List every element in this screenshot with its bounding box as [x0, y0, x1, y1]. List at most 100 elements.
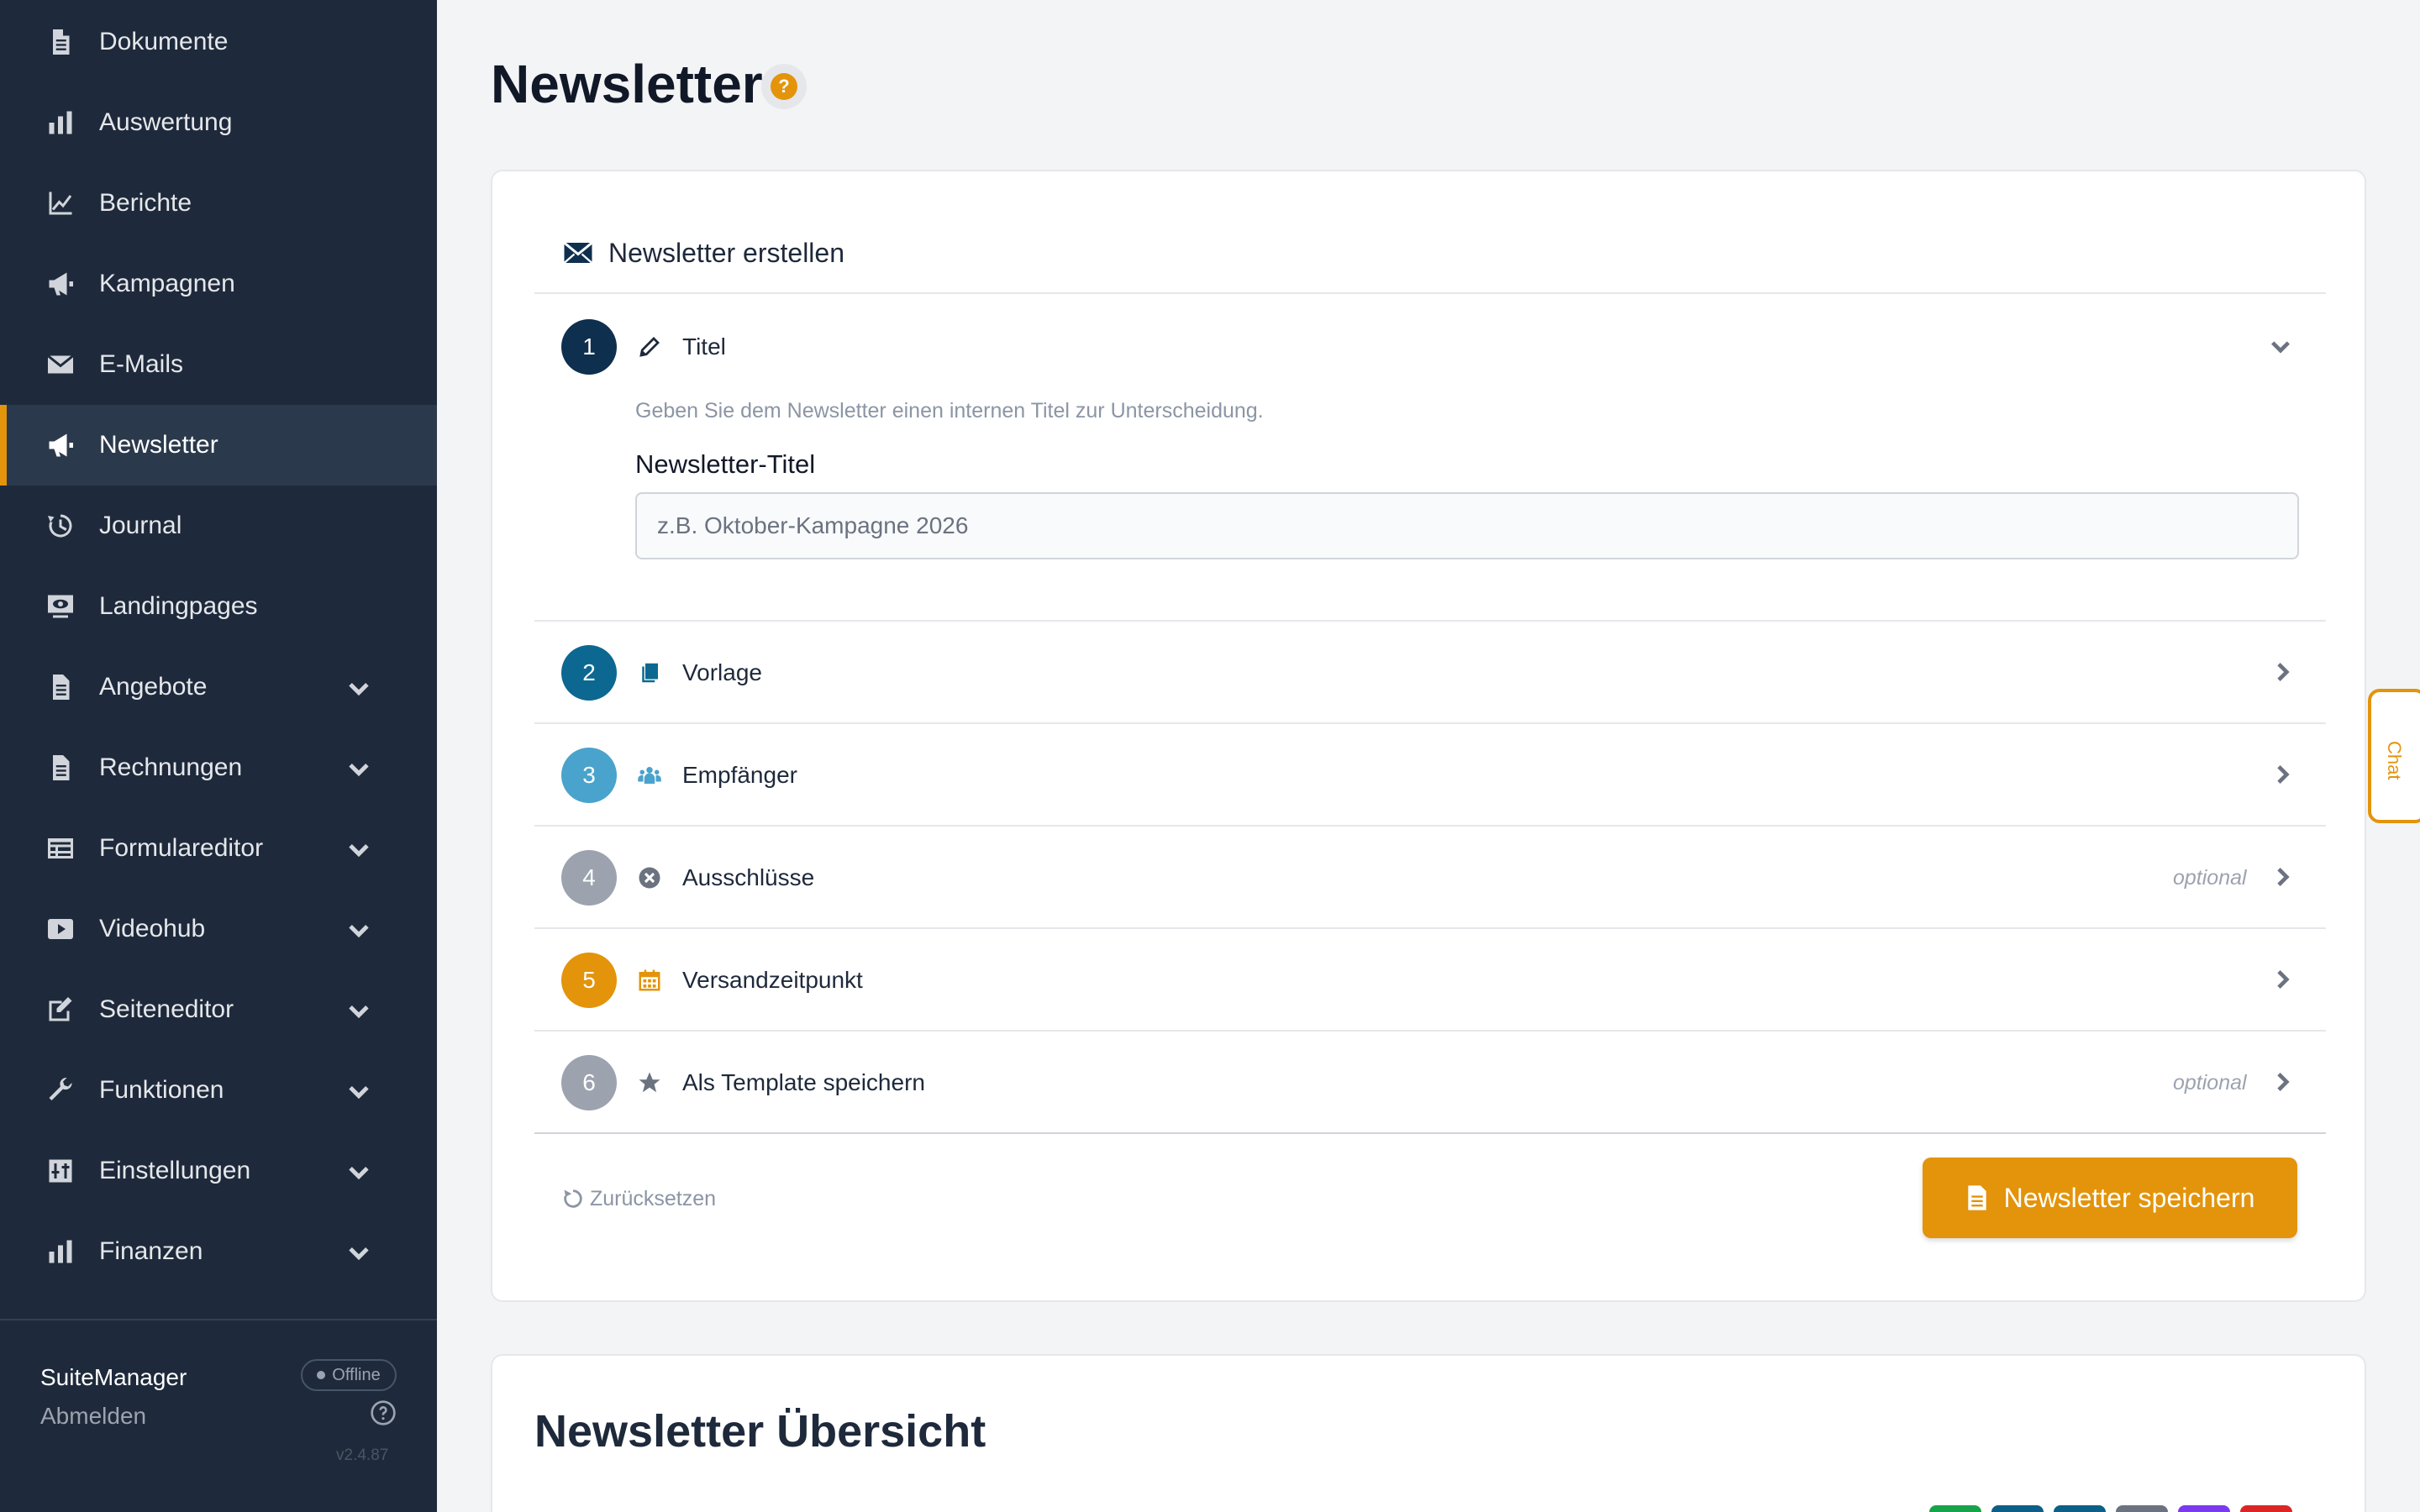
sidebar-item-landingpages[interactable]: Landingpages — [0, 566, 437, 647]
divider — [534, 722, 2326, 724]
bar-chart-icon — [45, 1236, 76, 1267]
sidebar-item-label: Dokumente — [99, 28, 229, 55]
save-newsletter-button[interactable]: Newsletter speichern — [1923, 1158, 2297, 1238]
reset-label: Zurücksetzen — [590, 1187, 717, 1210]
wrench-icon — [45, 1075, 76, 1105]
optional-tag: optional — [2173, 1071, 2247, 1095]
help-icon[interactable] — [370, 1399, 397, 1426]
save-label: Newsletter speichern — [2003, 1182, 2255, 1213]
sidebar-item-funktionen[interactable]: Funktionen — [0, 1050, 437, 1131]
sidebar-item-seiteneditor[interactable]: Seiteneditor — [0, 969, 437, 1050]
users-icon — [637, 763, 662, 788]
reset-button[interactable]: Zurücksetzen — [561, 1186, 716, 1211]
bar-chart-icon — [45, 108, 76, 138]
sidebar-item-angebote[interactable]: Angebote — [0, 647, 437, 727]
toolbar-button[interactable] — [1991, 1505, 2044, 1512]
user-name: SuiteManager — [40, 1364, 187, 1390]
sidebar-item-finanzen[interactable]: Finanzen — [0, 1211, 437, 1292]
star-icon — [637, 1070, 662, 1095]
chevron-down-icon[interactable] — [345, 1158, 373, 1186]
sidebar-item-journal[interactable]: Journal — [0, 486, 437, 566]
toolbar-button[interactable] — [2240, 1505, 2292, 1512]
sidebar-item-newsletter[interactable]: Newsletter — [0, 405, 437, 486]
chevron-right-icon[interactable] — [2269, 761, 2296, 788]
sidebar-item-label: E-Mails — [99, 350, 184, 378]
step-label: Vorlage — [682, 659, 762, 685]
chevron-down-icon[interactable] — [345, 1077, 373, 1105]
chevron-right-icon[interactable] — [2269, 1068, 2296, 1095]
toolbar-button[interactable] — [2054, 1505, 2106, 1512]
sidebar-item-label: Landingpages — [99, 592, 258, 620]
line-chart-icon — [45, 188, 76, 218]
sidebar-item-rechnungen[interactable]: Rechnungen — [0, 727, 437, 808]
chevron-down-icon[interactable] — [345, 1238, 373, 1267]
document-icon — [45, 672, 76, 702]
sidebar-item-label: Funktionen — [99, 1076, 224, 1104]
step-number-badge: 6 — [561, 1055, 617, 1110]
sidebar-item-label: Kampagnen — [99, 270, 235, 297]
step-hint: Geben Sie dem Newsletter einen internen … — [635, 399, 1264, 423]
overview-title: Newsletter Übersicht — [534, 1406, 986, 1457]
divider — [534, 825, 2326, 827]
step-number-badge: 2 — [561, 645, 617, 701]
sidebar-item-label: Newsletter — [99, 431, 218, 459]
divider — [534, 927, 2326, 929]
sidebar-item-kampagnen[interactable]: Kampagnen — [0, 244, 437, 324]
megaphone-icon — [45, 269, 76, 299]
chevron-down-icon[interactable] — [345, 835, 373, 864]
calendar-icon — [637, 968, 662, 993]
logout-link[interactable]: Abmelden — [40, 1403, 146, 1430]
toolbar-button[interactable] — [2178, 1505, 2230, 1512]
status-dot — [317, 1371, 326, 1379]
newsletter-title-input[interactable] — [635, 492, 2299, 559]
edit-page-icon — [45, 995, 76, 1025]
sidebar: Dokumente Auswertung Berichte Kampagnen … — [0, 0, 437, 1512]
version-label: v2.4.87 — [336, 1446, 389, 1464]
chevron-down-icon[interactable] — [345, 996, 373, 1025]
play-icon — [45, 914, 76, 944]
megaphone-icon — [45, 430, 76, 460]
newsletter-title-label: Newsletter-Titel — [635, 449, 816, 479]
circle-x-icon — [637, 865, 662, 890]
sidebar-item-label: Formulareditor — [99, 834, 264, 862]
chevron-down-icon[interactable] — [2267, 333, 2294, 360]
step-label: Titel — [682, 333, 726, 360]
chat-tab[interactable]: Chat — [2368, 689, 2420, 823]
copy-icon — [637, 660, 662, 685]
chevron-right-icon[interactable] — [2269, 864, 2296, 890]
document-icon — [45, 27, 76, 57]
sliders-icon — [45, 1156, 76, 1186]
page-help-button[interactable]: ? — [761, 64, 807, 109]
sidebar-item-videohub[interactable]: Videohub — [0, 889, 437, 969]
step-number-badge: 3 — [561, 748, 617, 803]
step-number-badge: 4 — [561, 850, 617, 906]
step-label: Ausschlüsse — [682, 864, 815, 890]
sidebar-item-label: Einstellungen — [99, 1157, 251, 1184]
sidebar-item-e-mails[interactable]: E-Mails — [0, 324, 437, 405]
toolbar-button[interactable] — [2116, 1505, 2168, 1512]
envelope-icon — [45, 349, 76, 380]
form-icon — [45, 833, 76, 864]
document-icon — [1967, 1185, 1986, 1210]
optional-tag: optional — [2173, 866, 2247, 890]
divider — [534, 1030, 2326, 1032]
newsletter-editor-card: Newsletter erstellen 1 Titel Geben Sie d… — [491, 170, 2366, 1302]
chevron-right-icon[interactable] — [2269, 966, 2296, 993]
pencil-icon — [637, 334, 662, 360]
sidebar-item-einstellungen[interactable]: Einstellungen — [0, 1131, 437, 1211]
envelope-icon — [563, 240, 593, 265]
sidebar-item-formulareditor[interactable]: Formulareditor — [0, 808, 437, 889]
card-title: Newsletter erstellen — [608, 238, 844, 268]
step-label: Als Template speichern — [682, 1069, 925, 1095]
sidebar-item-auswertung[interactable]: Auswertung — [0, 82, 437, 163]
toolbar-button[interactable] — [1929, 1505, 1981, 1512]
step-label: Empfänger — [682, 762, 797, 788]
sidebar-item-berichte[interactable]: Berichte — [0, 163, 437, 244]
chevron-down-icon[interactable] — [345, 674, 373, 702]
chevron-right-icon[interactable] — [2269, 659, 2296, 685]
step-number-badge: 1 — [561, 319, 617, 375]
sidebar-item-dokumente[interactable]: Dokumente — [0, 2, 437, 82]
chevron-down-icon[interactable] — [345, 754, 373, 783]
chevron-down-icon[interactable] — [345, 916, 373, 944]
sidebar-item-label: Angebote — [99, 673, 208, 701]
